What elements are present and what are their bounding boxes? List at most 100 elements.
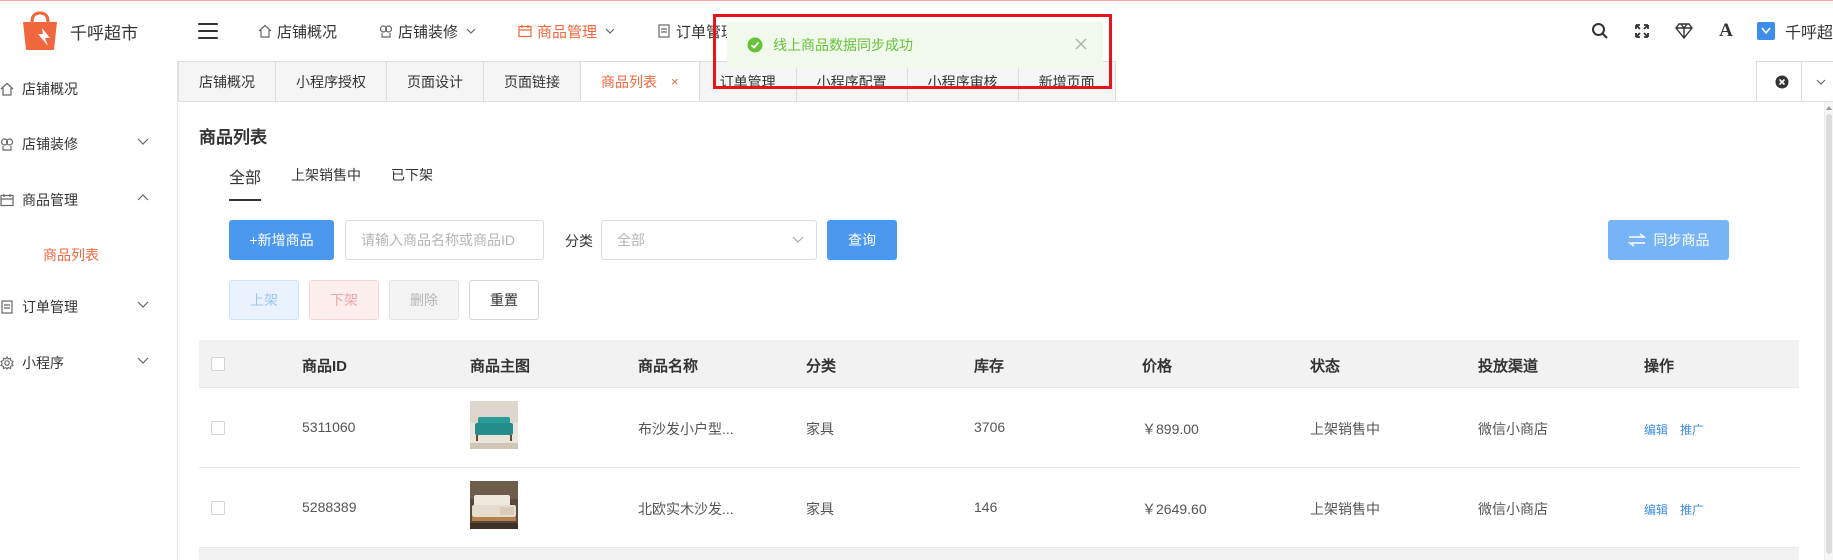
chevron-down-icon (137, 301, 149, 308)
edit-link[interactable]: 编辑 (1644, 501, 1668, 518)
calendar-icon (518, 25, 532, 38)
home-icon (258, 24, 272, 38)
tab-label: 小程序审核 (927, 73, 998, 90)
tab-label: 小程序配置 (816, 73, 887, 90)
tab-close-icon[interactable]: × (671, 74, 679, 89)
tab-label: 页面设计 (407, 73, 463, 90)
tab-overview[interactable]: 店铺概况 (178, 61, 276, 102)
sidebar-item-label: 店铺概况 (22, 81, 78, 97)
vertical-scrollbar[interactable] (1824, 102, 1833, 560)
topnav-item-orders[interactable]: 订单管理 (657, 21, 736, 42)
product-category: 家具 (806, 501, 834, 517)
topnav-item-products[interactable]: 商品管理 (518, 21, 615, 42)
product-id: 5288389 (302, 499, 357, 515)
product-status: 上架销售中 (1310, 421, 1380, 437)
sidebar-item-label: 订单管理 (22, 299, 78, 315)
calendar-icon (0, 194, 14, 207)
font-icon: A (1719, 20, 1733, 41)
sidebar-item-miniapp[interactable]: 小程序 (0, 348, 177, 378)
sidebar: 店铺概况 店铺装修 商品管理 商品列表 订单管理 小程序 (0, 62, 178, 560)
row-checkbox[interactable] (211, 421, 225, 435)
document-icon (658, 24, 670, 38)
topnav-label: 店铺装修 (398, 23, 459, 41)
chevron-down-icon (792, 236, 804, 243)
topnav-item-decoration[interactable]: 店铺装修 (379, 21, 476, 42)
scrollbar-thumb[interactable] (1826, 114, 1832, 554)
topnav-label: 商品管理 (537, 23, 598, 41)
tabs-dropdown-button[interactable] (1816, 79, 1826, 85)
product-stock: 3706 (974, 419, 1006, 435)
table-row: 5311060 布沙发小户型... 家具 3706 ￥899.00 上架销售中 … (199, 388, 1799, 468)
menu-toggle-icon[interactable] (198, 23, 218, 39)
select-all-checkbox[interactable] (211, 357, 225, 371)
tab-label: 商品列表 (601, 73, 657, 90)
row-checkbox[interactable] (211, 501, 225, 515)
sidebar-item-orders[interactable]: 订单管理 (0, 292, 177, 322)
topnav-item-overview[interactable]: 店铺概况 (258, 21, 337, 42)
gear-icon (0, 356, 14, 370)
top-navigation: 店铺概况 店铺装修 商品管理 订单管理 (258, 0, 778, 62)
query-button[interactable]: 查询 (827, 220, 897, 260)
font-size-button[interactable]: A (1705, 20, 1747, 42)
tab-miniapp-auth[interactable]: 小程序授权 (276, 61, 387, 102)
close-circle-icon (1775, 75, 1789, 88)
promote-link[interactable]: 推广 (1680, 501, 1704, 518)
sidebar-item-products[interactable]: 商品管理 (0, 185, 177, 215)
column-header: 投放渠道 (1478, 358, 1539, 375)
fullscreen-button[interactable] (1621, 23, 1663, 39)
sidebar-item-overview[interactable]: 店铺概况 (0, 74, 177, 104)
product-category: 家具 (806, 421, 834, 437)
tab-label: 页面链接 (504, 73, 560, 90)
column-header: 分类 (806, 358, 837, 375)
off-shelf-button[interactable]: 下架 (309, 280, 379, 320)
column-header: 商品ID (302, 358, 348, 375)
subtab-on-sale[interactable]: 上架销售中 (291, 164, 361, 201)
tabs-divider (178, 101, 1833, 102)
product-name: 布沙发小户型... (638, 421, 734, 437)
tab-product-list[interactable]: 商品列表 × (581, 61, 700, 102)
topnav-label: 店铺概况 (277, 23, 338, 41)
sofa-image-icon (470, 481, 518, 529)
chevron-up-icon (137, 194, 149, 201)
column-header: 操作 (1644, 358, 1675, 375)
product-channel: 微信小商店 (1478, 421, 1548, 437)
app-root: 千呼超市 店铺概况 店铺装修 商品管理 订单管理 A 千呼超 店铺概况 店铺装修… (0, 0, 1833, 560)
sync-products-button[interactable]: 同步商品 (1608, 220, 1729, 260)
scroll-up-icon[interactable] (1826, 106, 1832, 110)
reset-button[interactable]: 重置 (469, 280, 539, 320)
sync-label: 同步商品 (1653, 232, 1710, 248)
product-status: 上架销售中 (1310, 501, 1380, 517)
edit-link[interactable]: 编辑 (1644, 421, 1668, 438)
tabs-controls (1756, 61, 1833, 102)
tab-label: 新增页面 (1038, 73, 1095, 90)
tab-page-design[interactable]: 页面设计 (387, 61, 484, 102)
product-price: ￥2649.60 (1142, 501, 1207, 517)
logo[interactable]: 千呼超市 (20, 10, 138, 52)
search-input[interactable] (345, 220, 544, 260)
user-menu[interactable]: 千呼超 (1756, 19, 1833, 43)
promote-link[interactable]: 推广 (1680, 421, 1704, 438)
tab-label: 小程序授权 (296, 73, 366, 90)
sidebar-subitem-product-list[interactable]: 商品列表 (43, 245, 99, 265)
subtab-all[interactable]: 全部 (229, 164, 262, 201)
product-stock: 146 (974, 499, 998, 515)
close-icon[interactable] (1075, 38, 1087, 50)
divider (1801, 61, 1802, 102)
add-product-button[interactable]: +新增商品 (229, 220, 334, 260)
delete-button[interactable]: 删除 (389, 280, 459, 320)
subtab-off-shelf[interactable]: 已下架 (391, 164, 433, 201)
on-shelf-button[interactable]: 上架 (229, 280, 299, 320)
table-header: 商品ID 商品主图 商品名称 分类 库存 价格 状态 投放渠道 操作 (199, 340, 1799, 388)
close-all-tabs-button[interactable] (1775, 75, 1789, 89)
chevron-down-icon (137, 357, 149, 364)
product-channel: 微信小商店 (1478, 501, 1548, 517)
sidebar-item-decoration[interactable]: 店铺装修 (0, 129, 177, 159)
user-name: 千呼超 (1784, 25, 1833, 42)
vip-button[interactable] (1663, 23, 1705, 39)
category-select[interactable]: 全部 (601, 220, 817, 260)
search-button[interactable] (1579, 22, 1621, 40)
success-toast: 线上商品数据同步成功 (727, 22, 1103, 68)
tab-page-links[interactable]: 页面链接 (484, 61, 581, 102)
diamond-icon (1675, 23, 1693, 39)
shopping-bag-logo-icon (23, 11, 57, 50)
